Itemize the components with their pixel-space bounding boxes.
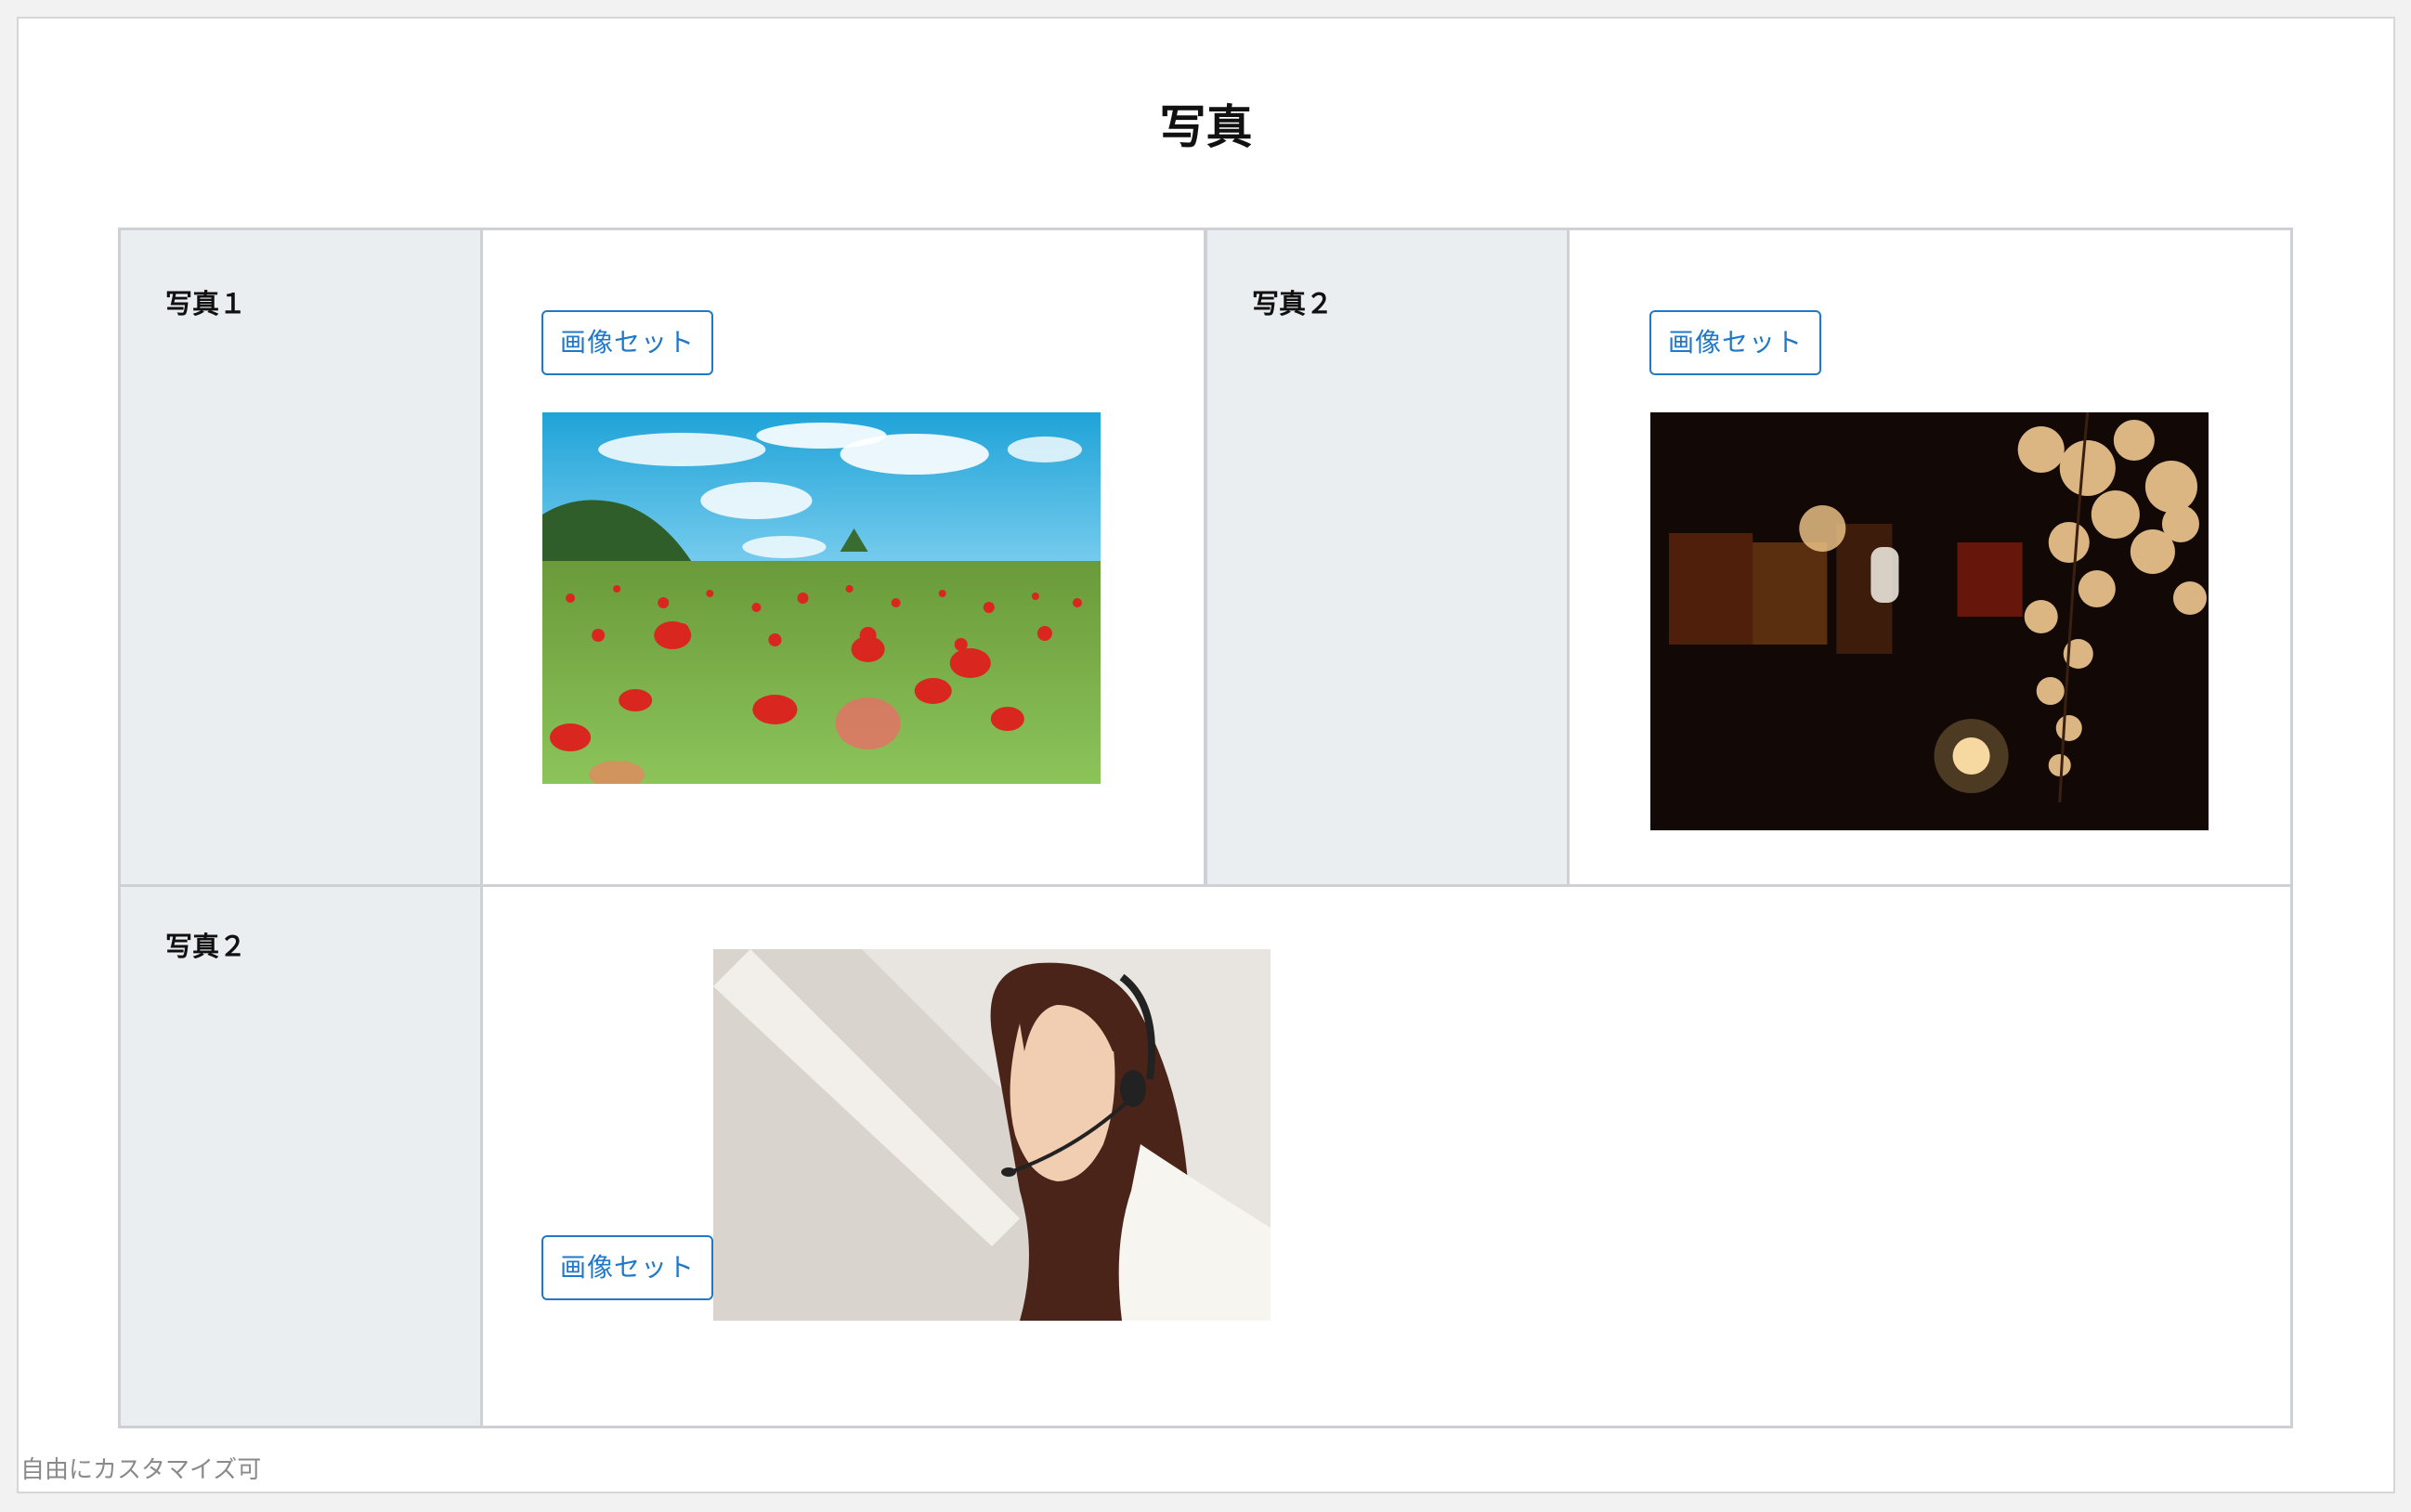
field-label-photo2-row2: 写真２	[165, 931, 247, 962]
field-label-photo1: 写真１	[165, 288, 247, 319]
field-label-photo2: 写真２	[1252, 288, 1334, 319]
headset-operator-image	[713, 949, 1271, 1321]
night-blossom-image	[1650, 412, 2209, 830]
content-cell-photo2-row2: 画像セット	[480, 884, 2293, 1428]
content-cell-photo1: 画像セット	[480, 228, 1206, 887]
set-image-button[interactable]: 画像セット	[1649, 310, 1821, 375]
label-cell-photo2-row2: 写真２	[118, 884, 483, 1428]
content-cell-photo2: 画像セット	[1567, 228, 2293, 887]
set-image-button[interactable]: 画像セット	[541, 310, 713, 375]
page-title: 写真	[1159, 100, 1253, 154]
set-image-button[interactable]: 画像セット	[541, 1235, 713, 1300]
poppy-field-image	[542, 412, 1101, 784]
form-page: 写真 写真１ 画像セット 写真２ 画像セット 写真２ 画像セット 自由にカスタマ…	[17, 17, 2395, 1493]
label-cell-photo2: 写真２	[1205, 228, 1570, 887]
footer-note: 自由にカスタマイズ可	[20, 1456, 262, 1484]
label-cell-photo1: 写真１	[118, 228, 483, 887]
